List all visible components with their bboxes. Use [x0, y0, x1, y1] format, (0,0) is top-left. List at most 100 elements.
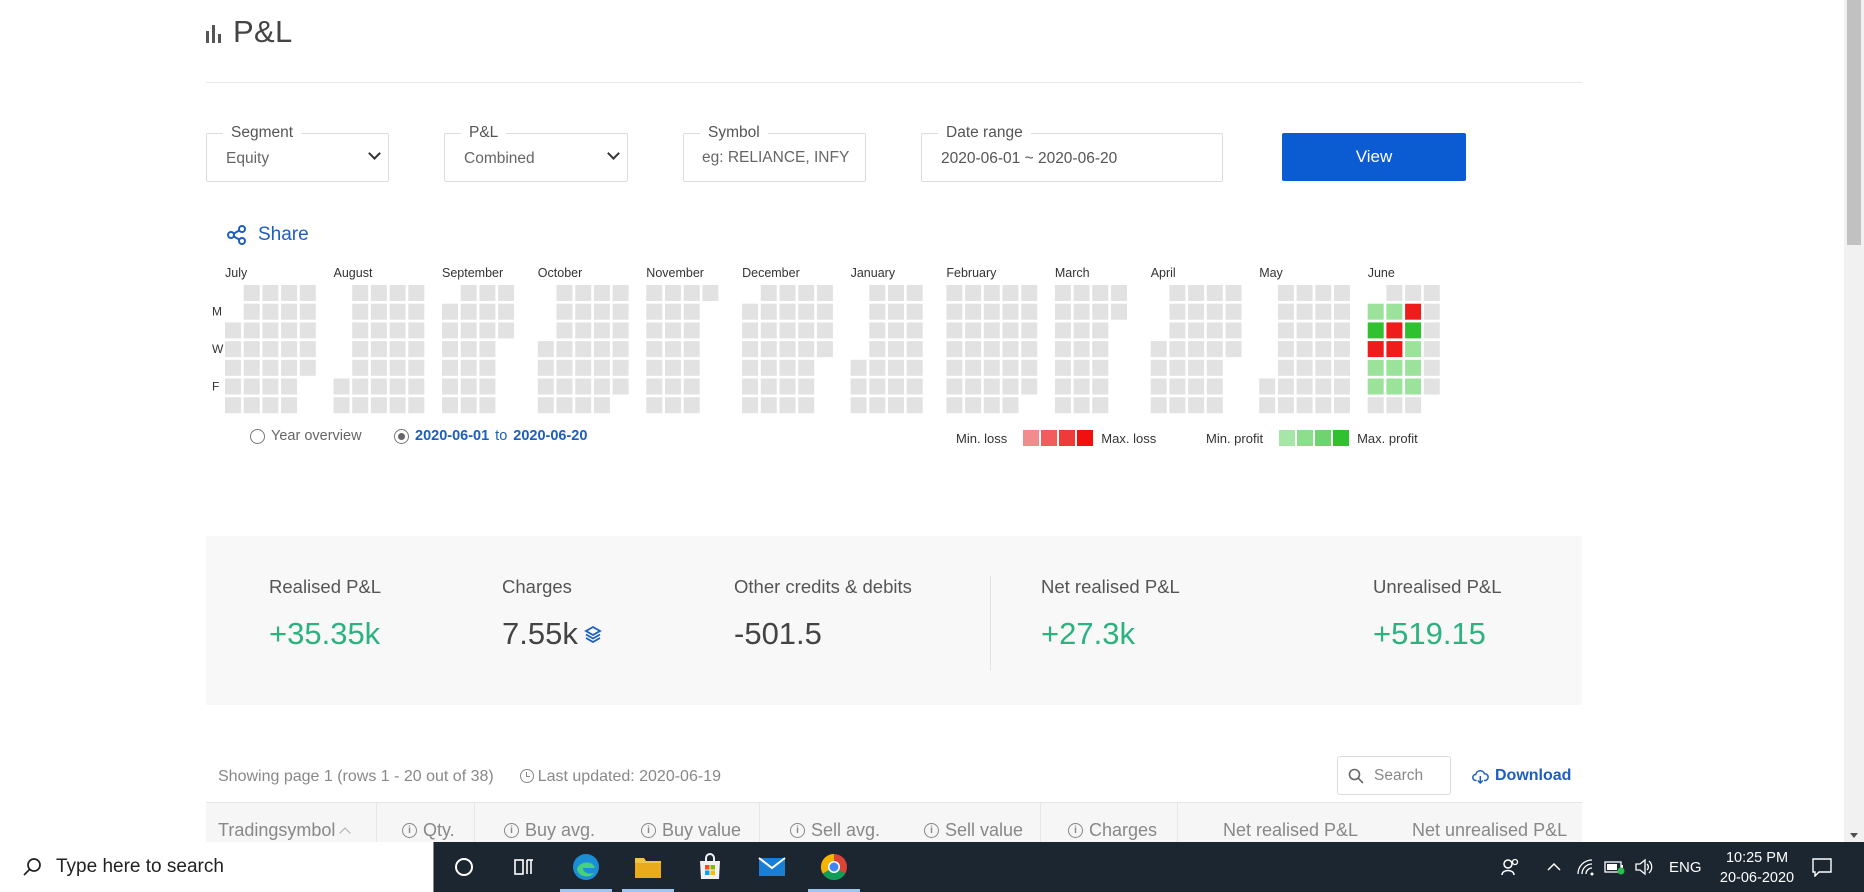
- notification-icon[interactable]: [1811, 842, 1833, 892]
- day-cell[interactable]: [479, 397, 496, 414]
- language-indicator[interactable]: ENG: [1669, 842, 1702, 892]
- day-cell[interactable]: [1277, 322, 1294, 339]
- day-cell[interactable]: [1423, 359, 1440, 376]
- day-cell[interactable]: [798, 285, 815, 301]
- table-search[interactable]: Search: [1337, 756, 1451, 795]
- day-cell[interactable]: [1092, 359, 1109, 376]
- day-cell[interactable]: [1296, 285, 1313, 301]
- day-cell[interactable]: [1386, 359, 1403, 376]
- col-buy-avg[interactable]: i Buy avg.: [504, 820, 595, 841]
- day-cell[interactable]: [946, 341, 963, 358]
- day-cell[interactable]: [1296, 303, 1313, 320]
- day-cell[interactable]: [1021, 285, 1038, 301]
- day-cell[interactable]: [965, 397, 982, 414]
- day-cell[interactable]: [1405, 378, 1422, 395]
- day-cell[interactable]: [537, 341, 554, 358]
- day-cell[interactable]: [593, 285, 610, 301]
- day-cell[interactable]: [946, 359, 963, 376]
- day-cell[interactable]: [593, 378, 610, 395]
- day-cell[interactable]: [479, 378, 496, 395]
- day-cell[interactable]: [1334, 303, 1350, 320]
- day-cell[interactable]: [370, 359, 387, 376]
- day-cell[interactable]: [460, 303, 477, 320]
- day-cell[interactable]: [1315, 322, 1332, 339]
- day-cell[interactable]: [281, 303, 298, 320]
- day-cell[interactable]: [1206, 322, 1223, 339]
- day-cell[interactable]: [798, 322, 815, 339]
- battery-icon[interactable]: [1604, 842, 1626, 892]
- day-cell[interactable]: [1188, 378, 1205, 395]
- day-cell[interactable]: [1021, 341, 1038, 358]
- day-cell[interactable]: [1169, 397, 1186, 414]
- day-cell[interactable]: [1054, 378, 1071, 395]
- day-cell[interactable]: [1296, 359, 1313, 376]
- day-cell[interactable]: [1277, 378, 1294, 395]
- day-cell[interactable]: [1054, 359, 1071, 376]
- day-cell[interactable]: [1367, 322, 1384, 339]
- day-cell[interactable]: [1073, 285, 1090, 301]
- day-cell[interactable]: [1367, 378, 1384, 395]
- col-net-realised[interactable]: Net realised P&L: [1223, 820, 1358, 841]
- day-cell[interactable]: [983, 322, 1000, 339]
- day-cell[interactable]: [665, 359, 681, 376]
- day-cell[interactable]: [1386, 341, 1403, 358]
- day-cell[interactable]: [816, 285, 833, 301]
- day-cell[interactable]: [479, 322, 496, 339]
- day-cell[interactable]: [850, 359, 867, 376]
- day-cell[interactable]: [1206, 285, 1223, 301]
- day-cell[interactable]: [683, 285, 700, 301]
- day-cell[interactable]: [779, 397, 796, 414]
- day-cell[interactable]: [299, 341, 316, 358]
- day-cell[interactable]: [1092, 285, 1109, 301]
- day-cell[interactable]: [1296, 322, 1313, 339]
- day-cell[interactable]: [262, 303, 279, 320]
- day-cell[interactable]: [869, 303, 886, 320]
- day-cell[interactable]: [1334, 341, 1350, 358]
- day-cell[interactable]: [442, 378, 458, 395]
- day-cell[interactable]: [537, 359, 554, 376]
- day-cell[interactable]: [442, 341, 458, 358]
- day-cell[interactable]: [906, 303, 923, 320]
- day-cell[interactable]: [1021, 359, 1038, 376]
- day-cell[interactable]: [1188, 359, 1205, 376]
- day-cell[interactable]: [906, 322, 923, 339]
- taskbar-clock[interactable]: 10:25 PM 20-06-2020: [1712, 848, 1802, 888]
- day-cell[interactable]: [1073, 359, 1090, 376]
- day-cell[interactable]: [1386, 303, 1403, 320]
- day-cell[interactable]: [1386, 285, 1403, 301]
- day-cell[interactable]: [1150, 341, 1167, 358]
- day-cell[interactable]: [442, 303, 458, 320]
- day-cell[interactable]: [816, 341, 833, 358]
- day-cell[interactable]: [1334, 322, 1350, 339]
- day-cell[interactable]: [333, 397, 350, 414]
- day-cell[interactable]: [1169, 322, 1186, 339]
- day-cell[interactable]: [760, 359, 777, 376]
- day-cell[interactable]: [389, 341, 406, 358]
- day-cell[interactable]: [389, 378, 406, 395]
- day-cell[interactable]: [888, 341, 904, 358]
- day-cell[interactable]: [370, 397, 387, 414]
- day-cell[interactable]: [1188, 341, 1205, 358]
- day-cell[interactable]: [906, 285, 923, 301]
- day-cell[interactable]: [262, 341, 279, 358]
- day-cell[interactable]: [370, 285, 387, 301]
- day-cell[interactable]: [408, 322, 425, 339]
- day-cell[interactable]: [779, 285, 796, 301]
- day-cell[interactable]: [1206, 378, 1223, 395]
- day-cell[interactable]: [225, 341, 241, 358]
- day-cell[interactable]: [1405, 397, 1422, 414]
- day-cell[interactable]: [1315, 378, 1332, 395]
- day-cell[interactable]: [389, 322, 406, 339]
- day-cell[interactable]: [593, 397, 610, 414]
- day-cell[interactable]: [352, 341, 369, 358]
- day-cell[interactable]: [1386, 322, 1403, 339]
- col-sell-avg[interactable]: i Sell avg.: [790, 820, 880, 841]
- day-cell[interactable]: [575, 378, 592, 395]
- day-cell[interactable]: [1002, 359, 1019, 376]
- col-buy-value[interactable]: i Buy value: [641, 820, 741, 841]
- day-cell[interactable]: [1405, 303, 1422, 320]
- day-cell[interactable]: [779, 378, 796, 395]
- day-cell[interactable]: [665, 397, 681, 414]
- day-cell[interactable]: [1169, 378, 1186, 395]
- day-cell[interactable]: [665, 341, 681, 358]
